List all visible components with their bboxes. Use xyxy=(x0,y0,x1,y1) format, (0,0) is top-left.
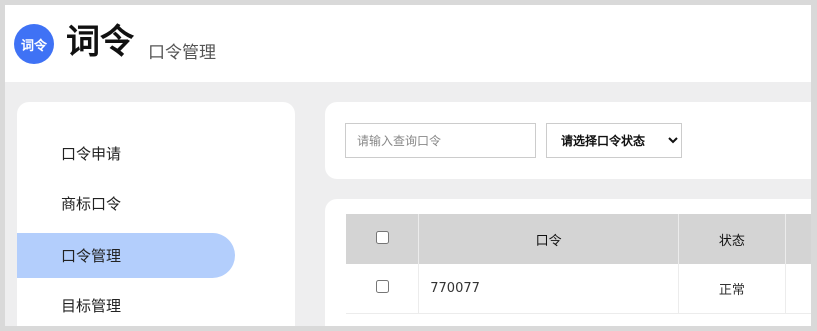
table-panel: 口令 状态 770077 正常 xyxy=(325,199,811,326)
table-header-row: 口令 状态 xyxy=(346,214,811,264)
row-checkbox[interactable] xyxy=(375,280,389,293)
filter-panel: 请选择口令状态 xyxy=(325,102,811,179)
password-status-select[interactable]: 请选择口令状态 xyxy=(546,123,682,158)
select-all-header xyxy=(346,214,420,264)
sidebar-item-target-management[interactable]: 目标管理 xyxy=(17,283,235,326)
column-header-status: 状态 xyxy=(678,214,786,264)
app-title: 词令 xyxy=(66,22,134,62)
app-logo: 词令 xyxy=(14,24,54,64)
column-header-password: 口令 xyxy=(418,214,680,264)
app-header: 词令 词令 口令管理 xyxy=(5,5,811,82)
password-table: 口令 状态 770077 正常 xyxy=(346,214,811,314)
password-search-input[interactable] xyxy=(345,123,536,158)
sidebar-item-label: 目标管理 xyxy=(61,297,122,315)
sidebar-item-password-management[interactable]: 口令管理 xyxy=(17,233,235,278)
table-row: 770077 正常 xyxy=(346,264,811,314)
sidebar-nav: 口令申请 商标口令 口令管理 目标管理 xyxy=(17,102,295,326)
password-cell: 770077 xyxy=(418,264,680,314)
select-all-checkbox[interactable] xyxy=(375,230,389,244)
page-subtitle: 口令管理 xyxy=(148,43,216,63)
row-check-cell xyxy=(346,264,420,314)
sidebar-item-label: 商标口令 xyxy=(61,195,122,213)
status-cell: 正常 xyxy=(678,264,786,314)
sidebar-item-trademark-password[interactable]: 商标口令 xyxy=(17,181,235,226)
app-window: 词令 词令 口令管理 口令申请 商标口令 口令管理 目标管理 请选择口令状态 xyxy=(5,5,811,326)
sidebar-item-label: 口令申请 xyxy=(61,145,122,163)
column-header-extra xyxy=(785,214,811,264)
sidebar-item-password-apply[interactable]: 口令申请 xyxy=(17,131,235,176)
sidebar-item-label: 口令管理 xyxy=(61,247,122,265)
logo-text: 词令 xyxy=(20,38,47,54)
extra-cell xyxy=(785,264,811,314)
